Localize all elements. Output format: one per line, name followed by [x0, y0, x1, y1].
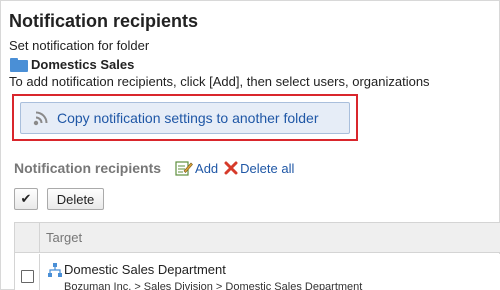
row-check-cell — [15, 254, 40, 290]
organization-path: Bozuman Inc. > Sales Division > Domestic… — [64, 281, 363, 290]
select-all-button[interactable]: ✔ — [14, 188, 38, 210]
table-header: Target — [15, 223, 500, 253]
add-link-label: Add — [195, 160, 219, 176]
delete-all-link-label: Delete all — [240, 160, 295, 176]
row-checkbox[interactable] — [21, 270, 34, 283]
organization-icon — [48, 263, 62, 277]
folder-name: Domestics Sales — [31, 56, 135, 72]
recipients-section-header: Notification recipients Add Delete all — [14, 158, 300, 178]
folder-icon — [9, 57, 29, 72]
add-icon — [175, 160, 193, 176]
folder-breadcrumb: Domestics Sales — [9, 55, 134, 73]
section-title: Notification recipients — [14, 160, 162, 176]
add-link[interactable]: Add — [175, 160, 218, 177]
copy-button-label: Copy notification settings to another fo… — [57, 110, 319, 126]
header-target: Target — [46, 230, 83, 245]
broadcast-icon — [33, 111, 48, 126]
delete-button[interactable]: Delete — [47, 188, 104, 210]
delete-x-icon — [224, 161, 238, 175]
organization-name[interactable]: Domestic Sales Department — [64, 262, 226, 277]
instruction-text: To add notification recipients, click [A… — [9, 74, 430, 89]
page-subtitle: Set notification for folder — [9, 38, 150, 53]
copy-notification-settings-button[interactable]: Copy notification settings to another fo… — [20, 102, 350, 134]
page-title: Notification recipients — [9, 11, 199, 31]
header-check-cell — [15, 223, 40, 253]
table-row: Domestic Sales Department Bozuman Inc. >… — [15, 254, 500, 290]
recipients-table: Target Domestic Sales Department Bozuman… — [14, 222, 500, 290]
delete-all-link[interactable]: Delete all — [224, 161, 294, 176]
